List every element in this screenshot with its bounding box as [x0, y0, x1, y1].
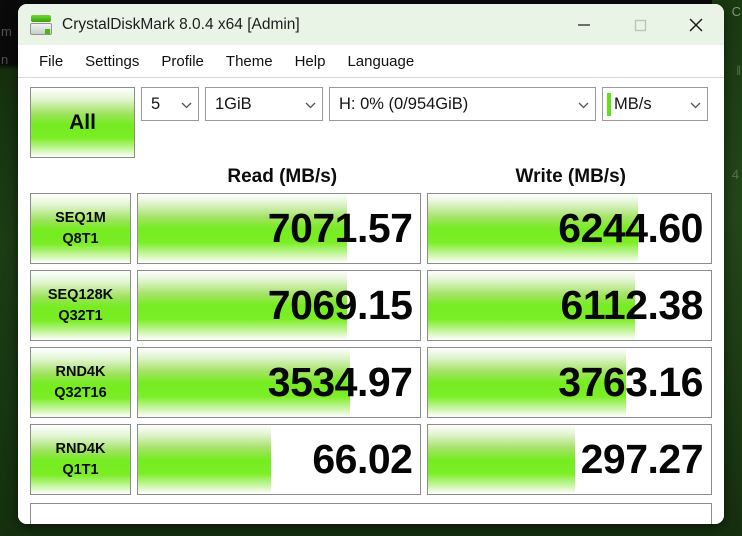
menu-item-language[interactable]: Language: [336, 50, 425, 73]
unit-select[interactable]: MB/s: [602, 87, 708, 121]
column-headers: Read (MB/s) Write (MB/s): [30, 160, 712, 193]
results-table: SEQ1M Q8T1 7071.57 6244.60 SEQ128K Q32T1: [30, 193, 712, 501]
test-label-sub: Q32T16: [54, 385, 107, 401]
read-score-rnd4k-q1t1[interactable]: 66.02: [136, 424, 422, 495]
test-label-sub: Q1T1: [62, 462, 99, 478]
test-label-sub: Q32T1: [58, 308, 103, 324]
test-label-rnd4k-q32t16[interactable]: RND4K Q32T16: [30, 347, 131, 418]
background-text-fragment-right-upper: ll: [736, 63, 741, 78]
background-text-fragment-left-mid: n: [1, 52, 9, 67]
test-label-sub: Q8T1: [62, 231, 99, 247]
read-column-header: Read (MB/s): [227, 165, 338, 187]
write-score-rnd4k-q32t16[interactable]: 3763.16: [427, 347, 712, 418]
minimize-button[interactable]: [556, 4, 612, 45]
menu-item-profile[interactable]: Profile: [150, 50, 215, 73]
test-label-seq128k-q32t1[interactable]: SEQ128K Q32T1: [30, 270, 131, 341]
test-size-select[interactable]: 1GiB: [205, 87, 323, 121]
chevron-down-icon: [181, 95, 192, 114]
menu-item-theme[interactable]: Theme: [215, 50, 284, 73]
chevron-down-icon: [578, 95, 589, 114]
write-score-value: 3763.16: [558, 359, 703, 405]
write-score-seq128k-q32t1[interactable]: 6112.38: [427, 270, 712, 341]
run-all-button[interactable]: All: [30, 87, 135, 158]
read-score-value: 7071.57: [267, 205, 413, 251]
write-score-value: 6112.38: [560, 282, 704, 328]
test-label-rnd4k-q1t1[interactable]: RND4K Q1T1: [30, 424, 131, 495]
test-count-select[interactable]: 5: [141, 87, 199, 121]
comment-input[interactable]: [30, 503, 712, 524]
drive-value: H: 0% (0/954GiB): [339, 94, 469, 113]
write-score-value: 297.27: [580, 436, 704, 482]
unit-value: MB/s: [614, 94, 652, 113]
table-row: RND4K Q1T1 66.02 297.27: [30, 424, 712, 495]
read-score-value: 7069.15: [267, 282, 413, 328]
window-controls: [556, 4, 724, 45]
test-count-value: 5: [151, 94, 161, 113]
write-score-value: 6244.60: [558, 205, 703, 251]
test-label-main: SEQ1M: [55, 209, 106, 226]
disk-drive-icon: [30, 14, 52, 36]
write-score-seq1m-q8t1[interactable]: 6244.60: [427, 193, 712, 264]
maximize-icon: [634, 19, 647, 31]
background-text-fragment-left-top: m: [1, 24, 12, 39]
benchmark-panel: All 5 1GiB H: 0% (0/954GiB) MB/s Read (M…: [18, 78, 724, 524]
toolbar: All 5 1GiB H: 0% (0/954GiB) MB/s: [30, 87, 712, 160]
menu-item-settings[interactable]: Settings: [74, 50, 150, 73]
maximize-button[interactable]: [612, 4, 668, 45]
window-title: CrystalDiskMark 8.0.4 x64 [Admin]: [62, 15, 300, 33]
menubar: File Settings Profile Theme Help Languag…: [18, 45, 724, 78]
test-size-value: 1GiB: [215, 94, 252, 113]
chevron-down-icon: [305, 95, 316, 114]
read-score-value: 3534.97: [267, 359, 413, 405]
crystaldiskmark-window: CrystalDiskMark 8.0.4 x64 [Admin] File S…: [18, 4, 724, 524]
table-row: SEQ1M Q8T1 7071.57 6244.60: [30, 193, 712, 264]
write-score-rnd4k-q1t1[interactable]: 297.27: [427, 424, 712, 495]
write-column-header: Write (MB/s): [515, 165, 626, 187]
test-label-main: RND4K: [55, 363, 106, 380]
test-label-main: RND4K: [55, 440, 106, 457]
read-score-value: 66.02: [312, 436, 413, 482]
chevron-down-icon: [690, 95, 701, 114]
titlebar[interactable]: CrystalDiskMark 8.0.4 x64 [Admin]: [18, 4, 724, 45]
read-score-rnd4k-q32t16[interactable]: 3534.97: [136, 347, 422, 418]
focus-caret: [607, 93, 611, 116]
drive-select[interactable]: H: 0% (0/954GiB): [329, 87, 596, 121]
read-score-seq128k-q32t1[interactable]: 7069.15: [136, 270, 422, 341]
background-text-fragment-right-top: C: [731, 4, 741, 19]
test-label-seq1m-q8t1[interactable]: SEQ1M Q8T1: [30, 193, 131, 264]
test-label-main: SEQ128K: [47, 286, 114, 303]
read-score-seq1m-q8t1[interactable]: 7071.57: [136, 193, 422, 264]
menu-item-help[interactable]: Help: [284, 50, 337, 73]
close-icon: [689, 17, 703, 32]
close-button[interactable]: [668, 4, 724, 45]
menu-item-file[interactable]: File: [28, 50, 74, 73]
background-text-fragment-right-mid: 4: [731, 167, 739, 182]
minimize-icon: [578, 23, 590, 26]
table-row: SEQ128K Q32T1 7069.15 6112.38: [30, 270, 712, 341]
table-row: RND4K Q32T16 3534.97 3763.16: [30, 347, 712, 418]
